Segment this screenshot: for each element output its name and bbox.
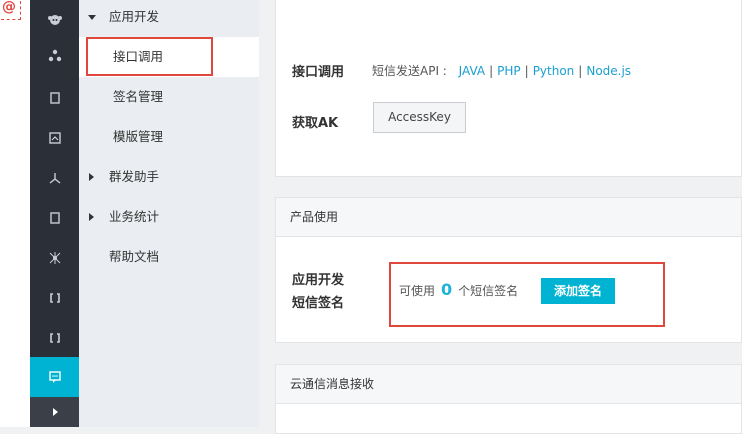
signature-count: 0 xyxy=(441,280,453,299)
chart-icon[interactable] xyxy=(30,118,79,158)
msg-receive-panel: 云通信消息接收 xyxy=(275,364,742,434)
nav-item-label: 帮助文档 xyxy=(109,249,160,264)
sms-api-prefix: 短信发送API : xyxy=(372,64,447,78)
java-link[interactable]: JAVA xyxy=(459,64,485,78)
usage-label-line1: 应用开发 xyxy=(292,273,345,288)
chevron-down-icon xyxy=(88,15,96,20)
highlight-box-usage: 可使用 0 个短信签名 添加签名 xyxy=(389,262,665,327)
signature-count-row: 可使用 0 个短信签名 xyxy=(399,280,518,299)
nav-item-label: 模版管理 xyxy=(113,129,164,144)
nav-item-template-mgmt[interactable]: 模版管理 xyxy=(79,117,259,157)
expand-icon[interactable] xyxy=(30,397,79,427)
monkey-icon[interactable] xyxy=(30,0,79,40)
php-link[interactable]: PHP xyxy=(497,64,521,78)
cluster-icon[interactable] xyxy=(30,36,79,76)
api-links-row: 短信发送API : JAVA | PHP | Python | Node.js xyxy=(372,62,631,79)
api-call-label: 接口调用 xyxy=(292,65,345,80)
nav-item-sign-mgmt[interactable]: 签名管理 xyxy=(79,77,259,117)
msg-receive-header: 云通信消息接收 xyxy=(276,365,741,404)
access-key-button[interactable]: AccessKey xyxy=(373,102,466,133)
usage-panel-header: 产品使用 xyxy=(276,198,741,237)
highlight-box-api-call xyxy=(86,37,213,76)
usage-label: 应用开发 短信签名 xyxy=(292,269,344,315)
message-icon[interactable] xyxy=(30,357,79,397)
nav-item-help-docs[interactable]: 帮助文档 xyxy=(79,237,259,277)
link-separator: | xyxy=(524,64,529,78)
python-link[interactable]: Python xyxy=(533,64,575,78)
node-icon[interactable] xyxy=(30,238,79,278)
square-icon[interactable] xyxy=(30,78,79,118)
link-icon-2[interactable] xyxy=(30,318,79,358)
nav-group-label: 群发助手 xyxy=(109,169,160,184)
link-separator: | xyxy=(489,64,494,78)
link-icon[interactable] xyxy=(30,278,79,318)
nav-group-bulk-send[interactable]: 群发助手 xyxy=(79,157,259,197)
logo-dash-outline xyxy=(1,1,21,20)
left-strip: @ xyxy=(0,0,30,427)
nav-group-stats[interactable]: 业务统计 xyxy=(79,197,259,237)
network-icon[interactable] xyxy=(30,158,79,198)
usage-label-line2: 短信签名 xyxy=(292,296,345,311)
icon-rail xyxy=(30,0,79,427)
nodejs-link[interactable]: Node.js xyxy=(586,64,631,78)
link-separator: | xyxy=(578,64,583,78)
api-panel: 接口调用 短信发送API : JAVA | PHP | Python | Node.js 获… xyxy=(275,0,742,177)
usage-panel: 产品使用 应用开发 短信签名 可使用 0 个短信签名 添加签名 xyxy=(275,197,742,343)
nav-group-label: 应用开发 xyxy=(109,9,160,24)
nav-item-label: 签名管理 xyxy=(113,89,164,104)
count-suffix: 个短信签名 xyxy=(458,284,519,298)
available-prefix: 可使用 xyxy=(399,284,436,298)
nav-group-label: 业务统计 xyxy=(109,209,160,224)
get-ak-label: 获取AK xyxy=(292,116,339,131)
square-icon-2[interactable] xyxy=(30,198,79,238)
chevron-right-icon xyxy=(89,213,94,221)
chevron-right-icon xyxy=(89,173,94,181)
add-signature-button[interactable]: 添加签名 xyxy=(541,278,615,304)
content-gutter xyxy=(259,0,275,427)
nav-group-app-dev[interactable]: 应用开发 xyxy=(79,0,259,37)
